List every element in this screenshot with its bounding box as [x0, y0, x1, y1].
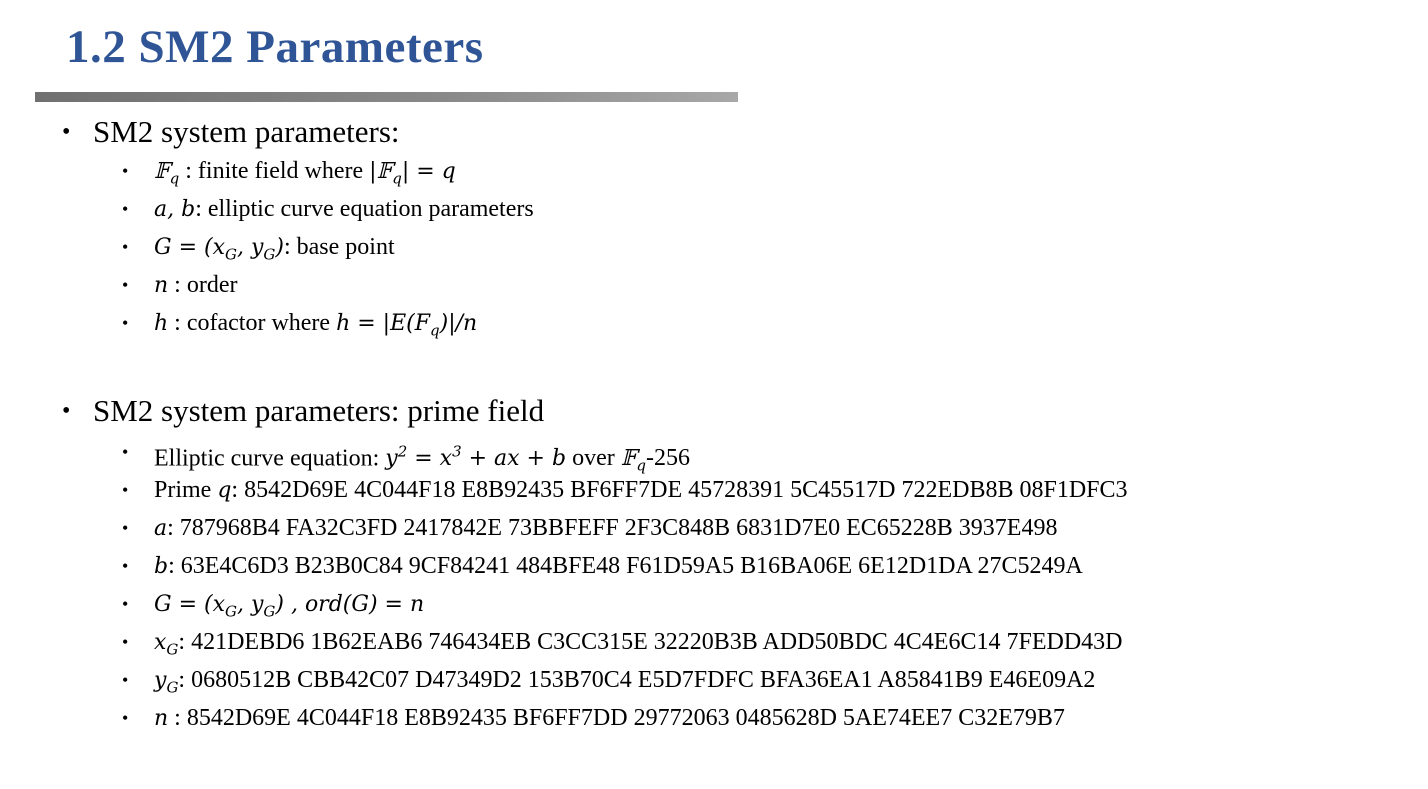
heading-text: SM2 system parameters: — [93, 114, 400, 149]
param-item-order: • n : order — [0, 271, 1428, 309]
bullet-dot: • — [122, 708, 129, 728]
math-g-order: G = (xG, yG) , ord(G) = n — [154, 592, 425, 621]
item-text: : elliptic curve equation parameters — [195, 196, 534, 222]
bullet-dot: • — [122, 313, 129, 333]
bullet-dot: • — [122, 275, 129, 295]
bullet-heading-prime-field: • SM2 system parameters: prime field — [0, 393, 1428, 429]
math-b: b — [154, 554, 169, 579]
math-ab: a, b — [154, 197, 196, 222]
prime-item-g: • G = (xG, yG) , ord(G) = n — [0, 590, 1428, 628]
heading-text: SM2 system parameters: prime field — [93, 393, 545, 428]
prime-item-n: • n : 8542D69E 4C044F18 E8B92435 BF6FF7D… — [0, 704, 1428, 742]
bullet-dot: • — [122, 237, 129, 257]
bullet-dot: • — [122, 632, 129, 652]
param-item-ab: • a, b: elliptic curve equation paramete… — [0, 195, 1428, 233]
item-text: : base point — [283, 234, 395, 260]
hex-value-n: : 8542D69E 4C044F18 E8B92435 BF6FF7DD 29… — [168, 705, 1065, 731]
bullet-dot: • — [122, 670, 129, 690]
math-order: n — [154, 273, 169, 298]
prime-item-b: • b: 63E4C6D3 B23B0C84 9CF84241 484BFE48… — [0, 552, 1428, 590]
math-q: q — [217, 478, 232, 503]
math-cofactor-formula: h = |E(Fq)|/n — [336, 311, 478, 340]
prime-field-list: • Elliptic curve equation: y2 = x3 + ax … — [0, 438, 1428, 742]
item-text: : order — [168, 272, 238, 298]
prime-item-xg: • xG: 421DEBD6 1B62EAB6 746434EB C3CC315… — [0, 628, 1428, 666]
system-parameters-list: • 𝔽q : finite field where |𝔽q| = q • a, … — [0, 157, 1428, 347]
math-base-point: G = (xG, yG) — [154, 235, 284, 264]
param-item-base-point: • G = (xG, yG): base point — [0, 233, 1428, 271]
math-xg: xG — [154, 630, 179, 659]
bullet-dot: • — [122, 442, 129, 462]
bullet-dot: • — [62, 398, 71, 424]
item-label: Elliptic curve equation: — [154, 445, 386, 472]
hex-value-xg: : 421DEBD6 1B62EAB6 746434EB C3CC315E 32… — [178, 629, 1123, 655]
math-yg: yG — [154, 668, 179, 697]
hex-value-a: : 787968B4 FA32C3FD 2417842E 73BBFEFF 2F… — [167, 515, 1058, 541]
prime-item-a: • a: 787968B4 FA32C3FD 2417842E 73BBFEFF… — [0, 514, 1428, 552]
bullet-dot: • — [122, 556, 129, 576]
hex-value-q: : 8542D69E 4C044F18 E8B92435 BF6FF7DE 45… — [231, 477, 1128, 503]
param-item-field: • 𝔽q : finite field where |𝔽q| = q — [0, 157, 1428, 195]
bullet-dot: • — [122, 594, 129, 614]
item-suffix: over 𝔽q-256 — [566, 445, 690, 475]
bullet-dot: • — [122, 480, 129, 500]
bullet-dot: • — [122, 518, 129, 538]
prime-item-q: • Prime q: 8542D69E 4C044F18 E8B92435 BF… — [0, 476, 1428, 514]
bullet-dot: • — [122, 161, 129, 181]
section-system-parameters: • SM2 system parameters: • 𝔽q : finite f… — [0, 114, 1428, 347]
math-cofactor: h — [154, 311, 169, 336]
slide-title: 1.2 SM2 Parameters — [66, 21, 484, 73]
item-text: : cofactor where — [168, 310, 337, 336]
math-curve-equation: y2 = x3 + ax + b — [385, 443, 567, 472]
item-label: Prime — [154, 477, 218, 503]
math-a: a — [154, 516, 168, 541]
bullet-dot: • — [122, 199, 129, 219]
title-underline — [35, 92, 738, 102]
math-field-size: |𝔽q| = q — [369, 159, 456, 188]
hex-value-b: : 63E4C6D3 B23B0C84 9CF84241 484BFE48 F6… — [168, 553, 1083, 579]
math-field: 𝔽q — [154, 159, 180, 188]
prime-item-yg: • yG: 0680512B CBB42C07 D47349D2 153B70C… — [0, 666, 1428, 704]
param-item-cofactor: • h : cofactor where h = |E(Fq)|/n — [0, 309, 1428, 347]
bullet-dot: • — [62, 119, 71, 145]
bullet-heading-system-parameters: • SM2 system parameters: — [0, 114, 1428, 150]
math-n: n — [154, 706, 169, 731]
prime-item-equation: • Elliptic curve equation: y2 = x3 + ax … — [0, 438, 1428, 476]
item-text: : finite field where — [179, 158, 370, 184]
section-prime-field: • SM2 system parameters: prime field • E… — [0, 393, 1428, 742]
hex-value-yg: : 0680512B CBB42C07 D47349D2 153B70C4 E5… — [178, 667, 1096, 693]
